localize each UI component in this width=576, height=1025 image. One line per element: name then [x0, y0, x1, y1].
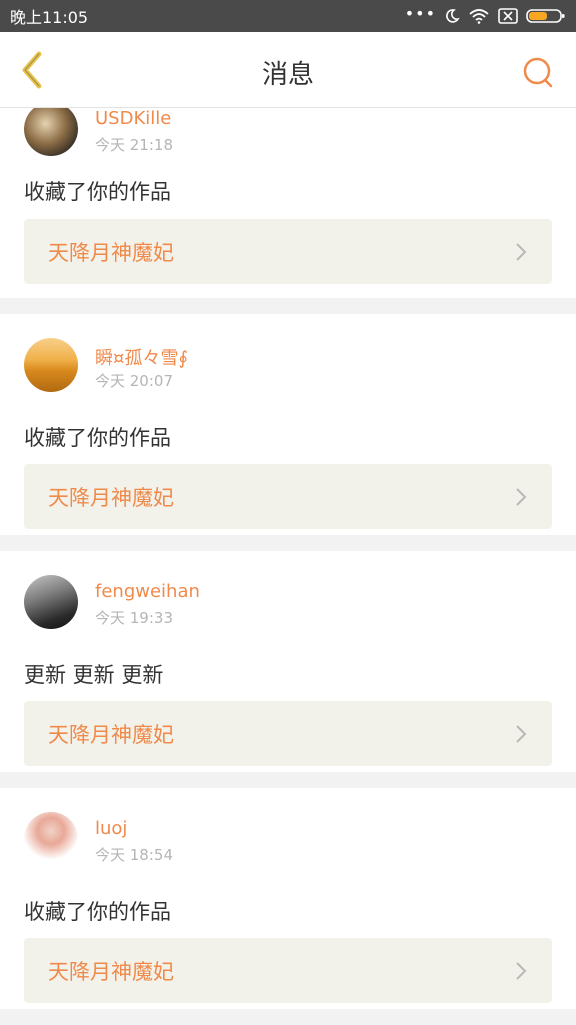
avatar[interactable]	[24, 338, 78, 392]
header-bar: 消息	[0, 32, 576, 108]
avatar[interactable]	[24, 108, 78, 156]
chevron-right-icon	[516, 488, 527, 506]
work-title: 天降月神魔妃	[48, 960, 174, 984]
timestamp: 今天 18:54	[95, 846, 173, 864]
timestamp: 今天 19:33	[95, 609, 173, 627]
search-button[interactable]	[518, 52, 558, 92]
sim-x-icon	[498, 8, 518, 24]
search-icon	[523, 57, 553, 88]
page-title: 消息	[261, 60, 314, 90]
work-title: 天降月神魔妃	[48, 241, 174, 265]
message-item: luoj 今天 18:54 收藏了你的作品 天降月神魔妃	[0, 788, 576, 1009]
moon-icon	[446, 9, 460, 23]
timestamp: 今天 20:07	[95, 372, 173, 390]
avatar[interactable]	[24, 812, 78, 866]
more-dots-icon: •••	[404, 3, 436, 23]
username[interactable]: 瞬¤孤々雪∮	[95, 344, 188, 370]
message-text: 收藏了你的作品	[24, 900, 171, 924]
message-text: 收藏了你的作品	[24, 426, 171, 450]
chevron-right-icon	[516, 725, 527, 743]
avatar[interactable]	[24, 575, 78, 629]
work-link[interactable]: 天降月神魔妃	[24, 219, 552, 284]
timestamp: 今天 21:18	[95, 136, 173, 154]
battery-icon	[526, 9, 565, 23]
work-title: 天降月神魔妃	[48, 723, 174, 747]
message-text: 收藏了你的作品	[24, 180, 171, 204]
work-link[interactable]: 天降月神魔妃	[24, 464, 552, 529]
work-link[interactable]: 天降月神魔妃	[24, 938, 552, 1003]
username[interactable]: fengweihan	[95, 581, 200, 602]
chevron-right-icon	[516, 962, 527, 980]
message-text: 更新 更新 更新	[24, 663, 164, 687]
username[interactable]: luoj	[95, 818, 127, 839]
message-item: 瞬¤孤々雪∮ 今天 20:07 收藏了你的作品 天降月神魔妃	[0, 314, 576, 535]
wifi-icon	[469, 9, 489, 24]
message-item: fengweihan 今天 19:33 更新 更新 更新 天降月神魔妃	[0, 551, 576, 772]
message-item: USDKille 今天 21:18 收藏了你的作品 天降月神魔妃	[0, 108, 576, 298]
status-time: 晚上11:05	[10, 8, 89, 27]
username[interactable]: USDKille	[95, 108, 171, 129]
work-link[interactable]: 天降月神魔妃	[24, 701, 552, 766]
status-icons: •••	[404, 3, 566, 26]
message-list[interactable]: USDKille 今天 21:18 收藏了你的作品 天降月神魔妃 瞬¤孤々雪∮ …	[0, 108, 576, 1025]
chevron-right-icon	[516, 243, 527, 261]
work-title: 天降月神魔妃	[48, 486, 174, 510]
status-bar: 晚上11:05 •••	[0, 0, 576, 32]
